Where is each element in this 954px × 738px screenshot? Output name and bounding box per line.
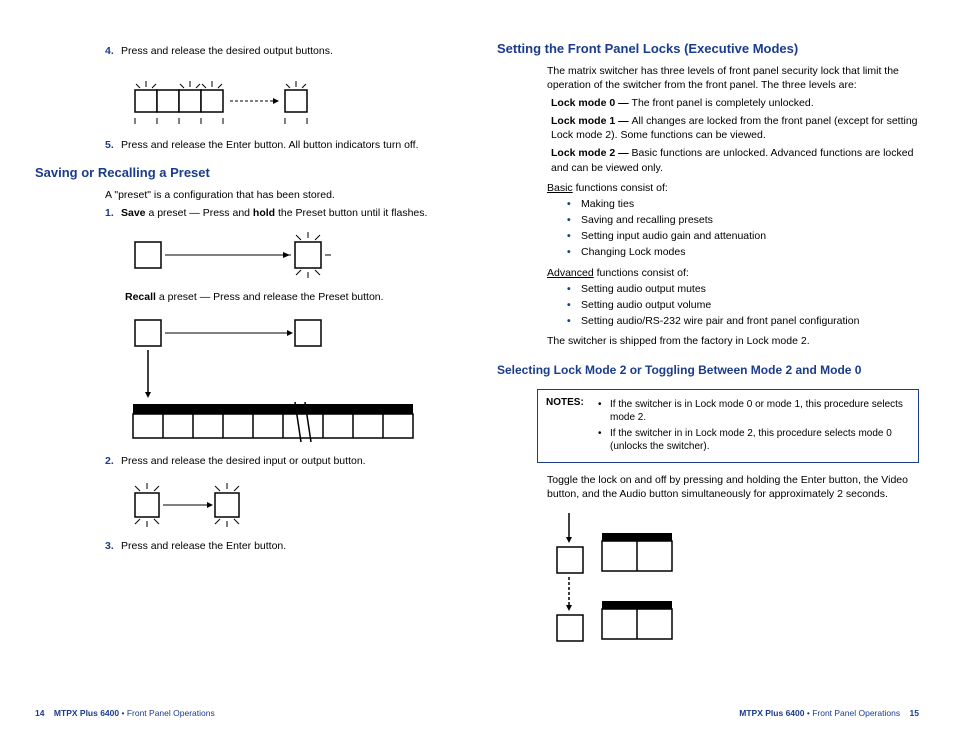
advanced-functions-list: Setting audio output mutes Setting audio… <box>567 282 919 329</box>
lock-mode-2: Lock mode 2 — Basic functions are unlock… <box>551 146 919 174</box>
note-item: If the switcher is in Lock mode 0 or mod… <box>598 398 910 425</box>
list-item: Saving and recalling presets <box>567 213 919 227</box>
step-text: Save a preset — Press and hold the Prese… <box>121 206 457 220</box>
basic-functions-label: Basic functions consist of: <box>547 181 919 195</box>
preset-intro: A "preset" is a configuration that has b… <box>105 188 457 202</box>
notes-box: NOTES: If the switcher is in Lock mode 0… <box>537 389 919 463</box>
lock-mode-0: Lock mode 0 — The front panel is complet… <box>551 96 919 110</box>
figure-lock-buttons <box>547 511 919 651</box>
figure-save <box>125 230 457 280</box>
step-number: 2. <box>105 454 121 468</box>
step-5: 5. Press and release the Enter button. A… <box>105 138 457 152</box>
notes-label: NOTES: <box>546 396 592 456</box>
list-item: Setting audio output volume <box>567 298 919 312</box>
step-text: Press and release the desired output but… <box>121 44 457 58</box>
list-item: Making ties <box>567 197 919 211</box>
step-1: 1. Save a preset — Press and hold the Pr… <box>105 206 457 220</box>
step-text: Press and release the desired input or o… <box>121 454 457 468</box>
list-item: Setting audio output mutes <box>567 282 919 296</box>
footer-left: 14 MTPX Plus 6400 • Front Panel Operatio… <box>35 708 215 718</box>
page: 4. Press and release the desired output … <box>0 0 954 738</box>
heading-select-lock: Selecting Lock Mode 2 or Toggling Betwee… <box>497 362 919 378</box>
locks-intro: The matrix switcher has three levels of … <box>547 64 919 92</box>
step-text: Press and release the Enter button. All … <box>121 138 457 152</box>
list-item: Setting audio/RS-232 wire pair and front… <box>567 314 919 328</box>
advanced-functions-label: Advanced functions consist of: <box>547 266 919 280</box>
step-2: 2. Press and release the desired input o… <box>105 454 457 468</box>
step-4: 4. Press and release the desired output … <box>105 44 457 58</box>
lock-mode-1: Lock mode 1 — All changes are locked fro… <box>551 114 919 142</box>
step-number: 1. <box>105 206 121 220</box>
figure-recall <box>125 314 457 444</box>
left-column: 4. Press and release the desired output … <box>35 40 457 703</box>
figure-io-button <box>125 479 457 529</box>
shipped-note: The switcher is shipped from the factory… <box>547 334 919 348</box>
list-item: Changing Lock modes <box>567 245 919 259</box>
step-number: 4. <box>105 44 121 58</box>
note-item: If the switcher in in Lock mode 2, this … <box>598 427 910 454</box>
list-item: Setting input audio gain and attenuation <box>567 229 919 243</box>
toggle-instructions: Toggle the lock on and off by pressing a… <box>547 473 919 501</box>
recall-line: Recall a preset — Press and release the … <box>125 290 457 304</box>
basic-functions-list: Making ties Saving and recalling presets… <box>567 197 919 260</box>
figure-output-buttons <box>125 68 457 128</box>
heading-locks: Setting the Front Panel Locks (Executive… <box>497 40 919 58</box>
step-number: 3. <box>105 539 121 553</box>
heading-saving-preset: Saving or Recalling a Preset <box>35 164 457 182</box>
right-column: Setting the Front Panel Locks (Executive… <box>497 40 919 703</box>
footer-right: MTPX Plus 6400 • Front Panel Operations … <box>739 708 919 718</box>
step-number: 5. <box>105 138 121 152</box>
step-3: 3. Press and release the Enter button. <box>105 539 457 553</box>
step-text: Press and release the Enter button. <box>121 539 457 553</box>
